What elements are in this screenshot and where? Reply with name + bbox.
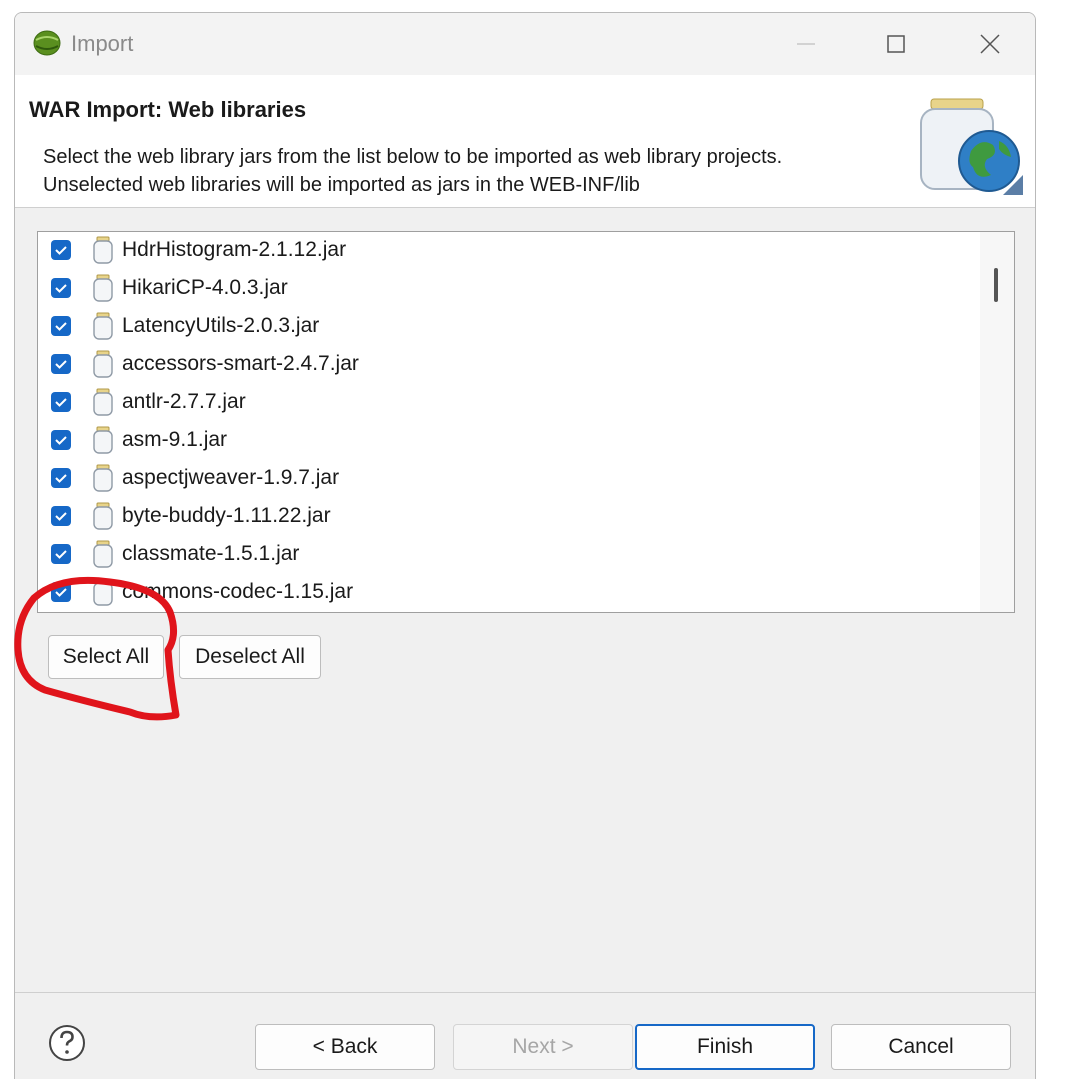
list-item[interactable]: byte-buddy-1.11.22.jar [38,498,978,536]
jar-icon [93,578,113,606]
help-icon[interactable] [47,1023,87,1063]
list-item[interactable]: asm-9.1.jar [38,422,978,460]
list-item[interactable]: commons-codec-1.15.jar [38,574,978,612]
close-icon[interactable] [967,21,1013,67]
list-item[interactable]: HikariCP-4.0.3.jar [38,270,978,308]
jar-icon [93,236,113,264]
list-item[interactable]: classmate-1.5.1.jar [38,536,978,574]
deselect-all-button[interactable]: Deselect All [179,635,321,679]
title-bar: Import [15,13,1035,75]
list-item-label: HdrHistogram-2.1.12.jar [122,238,347,261]
checkbox[interactable] [51,278,71,298]
footer-divider [15,992,1035,993]
checkbox[interactable] [51,354,71,374]
maximize-icon[interactable] [873,21,919,67]
back-button[interactable]: < Back [255,1024,435,1070]
list-item[interactable]: HdrHistogram-2.1.12.jar [38,232,978,270]
page-description: Select the web library jars from the lis… [43,146,783,196]
list-item-label: HikariCP-4.0.3.jar [122,276,288,299]
list-item[interactable]: antlr-2.7.7.jar [38,384,978,422]
wizard-header: WAR Import: Web libraries Select the web… [15,75,1035,208]
checkbox[interactable] [51,316,71,336]
list-item-label: antlr-2.7.7.jar [122,390,246,413]
list-item-label: asm-9.1.jar [122,428,228,451]
import-dialog: Import WAR Import: Web libraries Select … [14,12,1036,1079]
checkbox[interactable] [51,392,71,412]
eclipse-sphere-icon [33,30,61,56]
library-list[interactable]: HdrHistogram-2.1.12.jar HikariCP-4.0.3.j… [37,231,1015,613]
list-item-label: aspectjweaver-1.9.7.jar [122,466,340,489]
checkbox[interactable] [51,544,71,564]
jar-icon [93,464,113,492]
checkbox[interactable] [51,582,71,602]
select-all-button[interactable]: Select All [48,635,164,679]
jar-icon [93,426,113,454]
jar-icon [93,312,113,340]
jar-icon [93,540,113,568]
minimize-icon[interactable] [783,21,829,67]
jar-icon [93,350,113,378]
jar-icon [93,502,113,530]
jar-icon [93,388,113,416]
page-title: WAR Import: Web libraries [29,97,307,122]
list-item[interactable]: aspectjweaver-1.9.7.jar [38,460,978,498]
checkbox[interactable] [51,468,71,488]
list-item-label: LatencyUtils-2.0.3.jar [122,314,320,337]
jar-icon [93,274,113,302]
checkbox[interactable] [51,430,71,450]
list-item-label: accessors-smart-2.4.7.jar [122,352,359,375]
list-item-label: commons-codec-1.15.jar [122,580,354,603]
cancel-button[interactable]: Cancel [831,1024,1011,1070]
vertical-scrollbar[interactable] [980,232,1014,612]
list-item[interactable]: accessors-smart-2.4.7.jar [38,346,978,384]
list-item-label: classmate-1.5.1.jar [122,542,300,565]
checkbox[interactable] [51,506,71,526]
next-button[interactable]: Next > [453,1024,633,1070]
scroll-thumb[interactable] [994,268,998,302]
finish-button[interactable]: Finish [635,1024,815,1070]
list-item[interactable]: LatencyUtils-2.0.3.jar [38,308,978,346]
jar-globe-icon [920,98,1023,195]
checkbox[interactable] [51,240,71,260]
list-item-label: byte-buddy-1.11.22.jar [122,504,331,527]
window-title: Import [71,31,134,56]
